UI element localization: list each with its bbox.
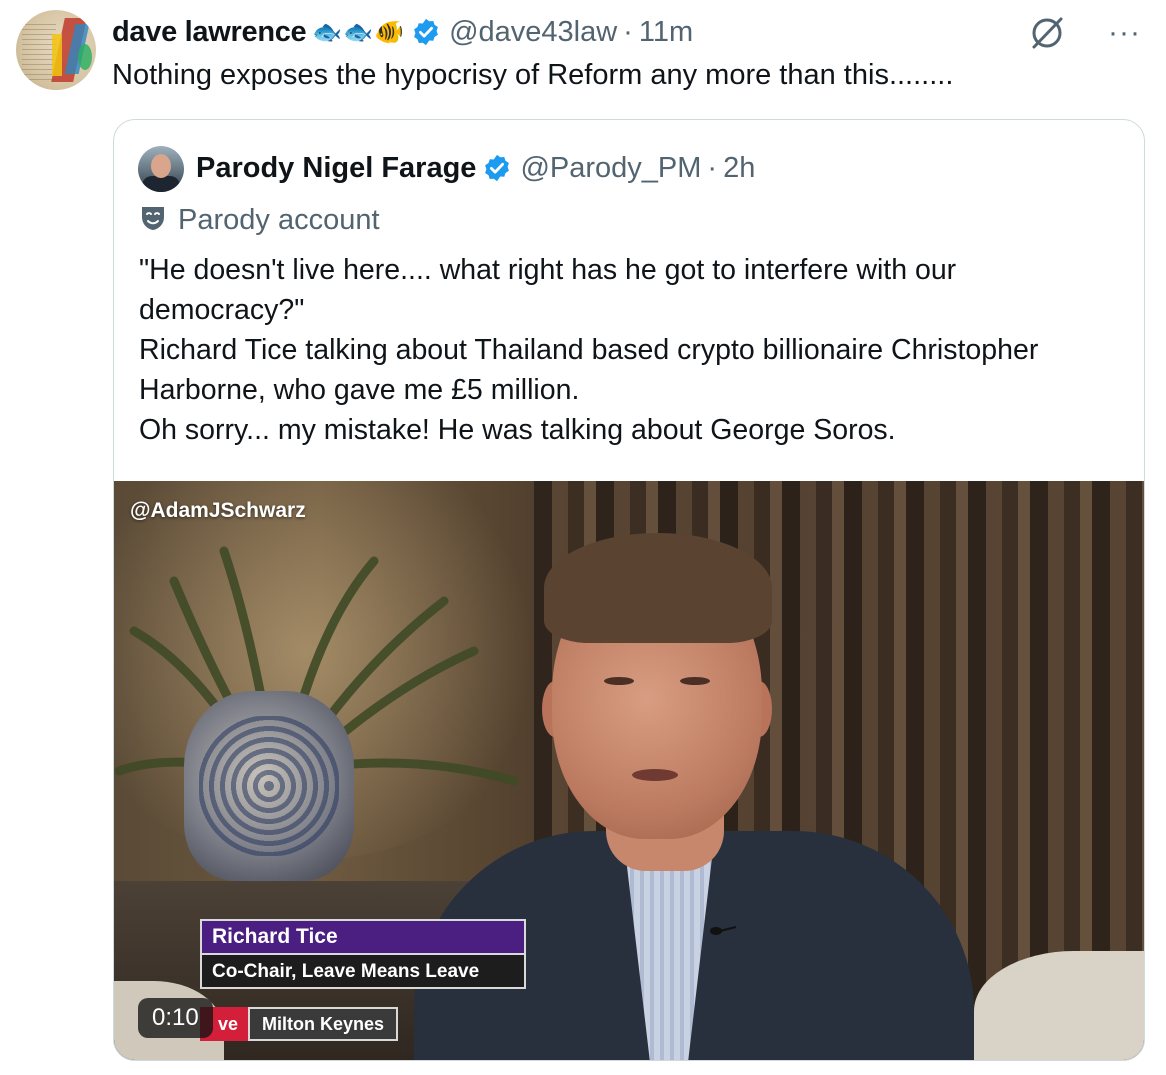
avatar-artwork-lines	[22, 24, 56, 80]
author-name[interactable]: dave lawrence	[112, 16, 307, 49]
author-handle[interactable]: @dave43law	[449, 16, 617, 49]
quoted-post-text: "He doesn't live here.... what right has…	[139, 250, 1139, 450]
grok-icon[interactable]	[1028, 14, 1066, 52]
quoted-text-line: democracy?"	[139, 294, 305, 326]
quoted-author-handle: @Parody_PM	[520, 151, 702, 184]
avatar-suit	[142, 176, 180, 192]
verified-badge-icon	[482, 153, 512, 183]
lapel-mic-icon	[706, 919, 740, 943]
tropical-fish-emoji: 🐠	[374, 18, 405, 46]
live-location-bar: ve Milton Keynes	[200, 1007, 399, 1041]
parody-account-text: Parody account	[178, 203, 380, 236]
quoted-text-line: Richard Tice talking about Thailand base…	[139, 334, 1039, 366]
quoted-text-line: Oh sorry... my mistake! He was talking a…	[139, 414, 896, 446]
quoted-author-avatar	[138, 146, 184, 192]
verified-badge-icon[interactable]	[411, 17, 441, 47]
mask-icon	[140, 204, 166, 237]
avatar-artwork-green	[78, 44, 92, 70]
hair	[544, 533, 772, 643]
author-avatar[interactable]	[16, 10, 96, 90]
location-tag: Milton Keynes	[248, 1007, 399, 1041]
quoted-author-name: Parody Nigel Farage	[196, 151, 477, 184]
post-timestamp[interactable]: 11m	[639, 16, 693, 49]
lower-third-caption: Richard Tice Co-Chair, Leave Means Leave	[200, 919, 526, 989]
video-duration-badge: 0:10	[138, 998, 213, 1038]
quoted-post-timestamp: 2h	[723, 151, 756, 184]
avatar-face	[151, 154, 171, 178]
fish-emoji: 🐟	[312, 18, 343, 46]
fish-emoji: 🐟	[343, 18, 374, 46]
video-player[interactable]: @AdamJSchwarz Richard Tice Co-Chair, Lea…	[114, 481, 1144, 1060]
eye	[680, 677, 710, 685]
parody-account-label: Parody account	[140, 202, 380, 238]
lower-third-name: Richard Tice	[200, 919, 526, 953]
name-emoji-badges: 🐟 🐟 🐠	[312, 18, 405, 47]
post-text: Nothing exposes the hypocrisy of Reform …	[112, 59, 954, 91]
avatar-artwork-yellow	[52, 34, 62, 76]
meta-separator: ·	[707, 151, 718, 184]
meta-separator: ·	[623, 15, 633, 48]
video-watermark: @AdamJSchwarz	[130, 499, 306, 522]
post-header: dave lawrence 🐟 🐟 🐠 @dave43law · 11m	[112, 12, 693, 52]
quoted-text-line: "He doesn't live here.... what right has…	[139, 254, 957, 286]
quoted-post-card[interactable]: Parody Nigel Farage @Parody_PM · 2h Paro…	[113, 119, 1145, 1061]
quoted-post-header: Parody Nigel Farage @Parody_PM · 2h	[196, 148, 755, 188]
lower-third-role: Co-Chair, Leave Means Leave	[200, 953, 526, 989]
mouth	[632, 769, 678, 781]
eye	[604, 677, 634, 685]
quoted-text-line: Harborne, who gave me £5 million.	[139, 374, 580, 406]
more-options-icon[interactable]: ···	[1108, 16, 1148, 49]
